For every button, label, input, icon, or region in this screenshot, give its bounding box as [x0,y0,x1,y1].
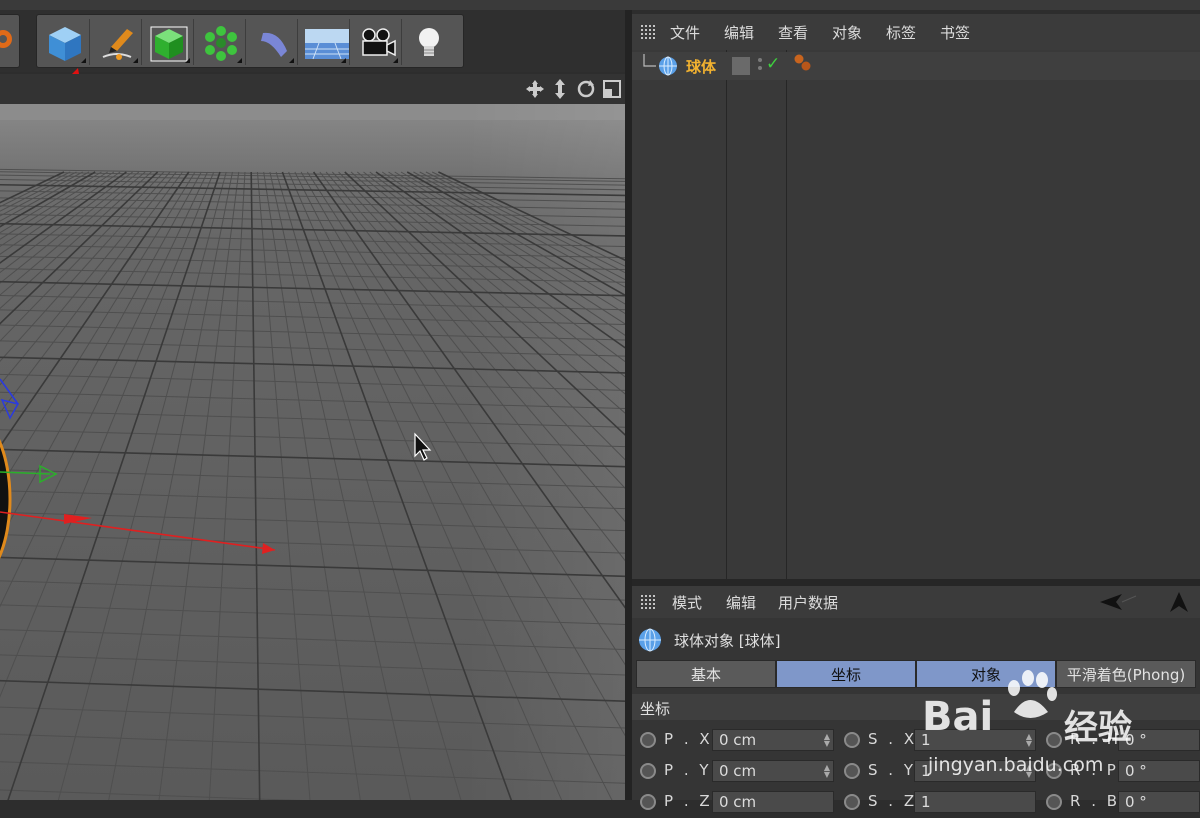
field-label: P . Z [664,792,713,810]
sphere-icon [639,628,661,652]
object-manager-menu: 文件 编辑 查看 对象 标签 书签 [632,14,1200,50]
watermark: Bai 经验 jingyan.baidu.com [920,668,1200,800]
tree-branch-icon [643,54,656,67]
field-value: 0 cm [719,762,757,780]
object-manager: 文件 编辑 查看 对象 标签 书签 球体 ✓ [632,14,1200,579]
menu-mode[interactable]: 模式 [672,592,702,613]
camera-tool[interactable] [351,19,402,65]
panel-divider[interactable] [625,10,632,800]
create-tools-group [36,14,464,68]
back-arrow-icon[interactable] [1098,592,1138,612]
menu-edit[interactable]: 编辑 [724,22,754,43]
tab-coord[interactable]: 坐标 [776,660,916,688]
maximize-view-icon[interactable] [602,79,622,99]
position-z-input[interactable]: 0 cm [712,791,834,813]
viewport-grid [0,104,625,800]
watermark-url: jingyan.baidu.com [928,754,1104,776]
list-item[interactable]: 球体 ✓ [632,52,1200,80]
section-title: 坐标 [640,700,671,718]
cube-icon [49,27,81,61]
keyframe-radio[interactable] [640,732,656,748]
camera-icon [362,28,396,57]
menu-file[interactable]: 文件 [670,22,700,43]
object-name[interactable]: 球体 [686,56,716,77]
watermark-brand: Bai [922,694,994,740]
field-label: P . X [664,730,713,748]
cloner-icon [205,26,237,61]
menu-tags[interactable]: 标签 [886,22,916,43]
floor-tool[interactable] [299,19,350,65]
deformer-tool[interactable] [247,19,298,65]
checkmark-icon[interactable]: ✓ [766,54,780,74]
floor-icon [305,29,349,60]
material-spheres-icon[interactable] [792,52,816,76]
keyframe-radio[interactable] [640,763,656,779]
layer-icon[interactable] [732,57,750,75]
grip-icon[interactable] [640,24,656,40]
keyframe-radio[interactable] [844,763,860,779]
attribute-manager-menu: 模式 编辑 用户数据 [632,586,1200,618]
gear-icon [0,30,12,48]
3d-viewport[interactable] [0,104,625,800]
menu-view[interactable]: 查看 [778,22,808,43]
menu-objects[interactable]: 对象 [832,22,862,43]
viewport-header [0,74,625,104]
keyframe-radio[interactable] [640,794,656,810]
up-arrow-icon[interactable] [1168,590,1190,614]
pen-tool[interactable] [91,19,142,65]
watermark-suffix: 经验 [1064,708,1132,748]
lightbulb-icon [419,28,439,56]
pen-icon [102,29,133,60]
cube-tool[interactable] [39,19,90,65]
field-value: 0 cm [719,731,757,749]
light-tool[interactable] [403,19,453,65]
position-x-input[interactable]: 0 cm ▲ ▼ [712,729,834,751]
keyframe-radio[interactable] [844,794,860,810]
object-list: 球体 ✓ [632,50,1200,579]
subdivision-tool[interactable] [143,19,194,65]
zoom-view-icon[interactable] [552,79,568,99]
keyframe-radio[interactable] [844,732,860,748]
menu-user-data[interactable]: 用户数据 [778,592,838,613]
green-cube-icon [150,26,188,62]
field-label: S . Y [868,761,916,779]
field-label: S . Z [868,792,918,810]
menu-bookmarks[interactable]: 书签 [940,22,970,43]
field-value: 0 cm [719,793,757,811]
position-y-input[interactable]: 0 cm ▲ ▼ [712,760,834,782]
menu-strip [0,0,1200,10]
field-label: P . Y [664,761,712,779]
render-settings-button[interactable] [0,14,20,68]
panel-divider[interactable] [632,579,1200,586]
move-view-icon[interactable] [526,80,544,98]
grip-icon[interactable] [640,594,656,610]
bend-icon [261,32,287,57]
menu-edit[interactable]: 编辑 [726,592,756,613]
rotate-view-icon[interactable] [576,79,596,99]
paw-logo-icon [1008,670,1057,718]
cloner-tool[interactable] [195,19,246,65]
sphere-icon [659,56,677,76]
object-title: 球体对象 [球体] [674,632,781,650]
toolbar [0,10,630,101]
field-label: S . X [868,730,918,748]
tab-basic[interactable]: 基本 [636,660,776,688]
object-header: 球体对象 [球体] [632,618,1200,654]
